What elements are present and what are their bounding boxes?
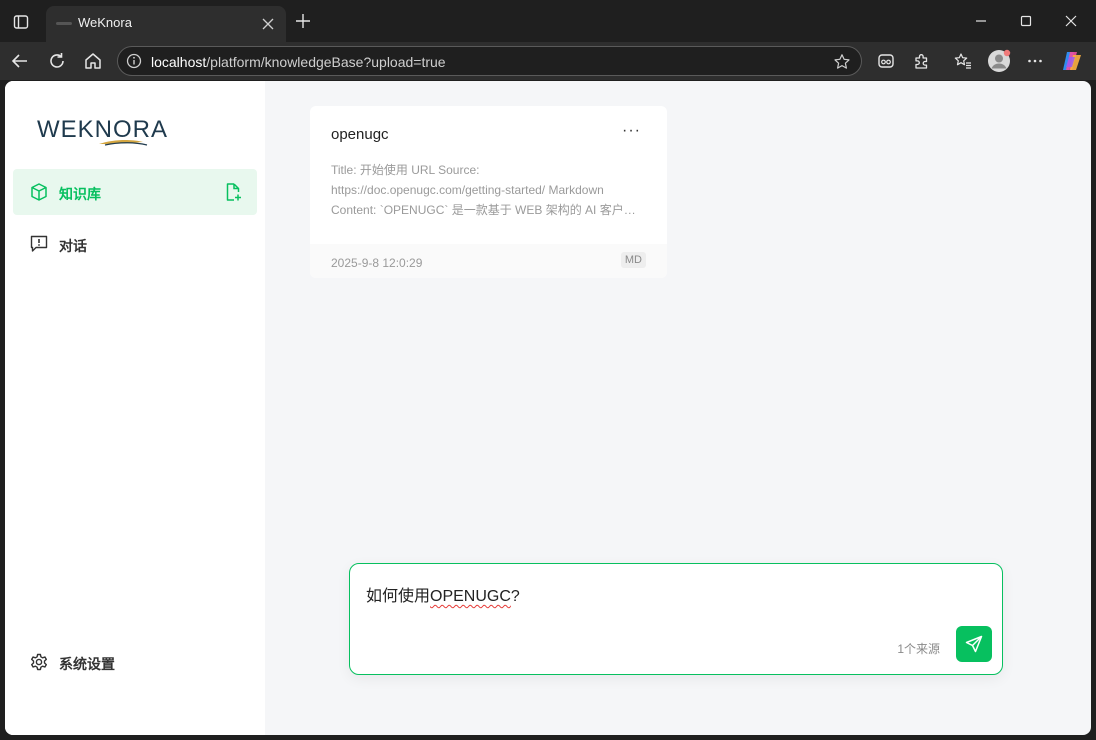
input-text-suffix: ? bbox=[510, 588, 520, 605]
chat-input-text[interactable]: 如何使用OPENUGC? bbox=[366, 582, 520, 606]
close-tab-icon[interactable] bbox=[258, 14, 278, 34]
tab-actions-icon[interactable] bbox=[6, 7, 36, 37]
chat-input-box[interactable]: 如何使用OPENUGC? 1个来源 bbox=[349, 563, 1003, 675]
weknora-logo: WEKNORA bbox=[35, 109, 175, 149]
knowledge-card-description: Title: 开始使用 URL Source: https://doc.open… bbox=[331, 160, 641, 220]
settings-label: 系统设置 bbox=[59, 656, 115, 672]
browser-toolbar: localhost/platform/knowledgeBase?upload=… bbox=[0, 42, 1096, 80]
upload-file-icon[interactable] bbox=[223, 182, 243, 202]
sidebar-item-knowledge-base[interactable]: 知识库 bbox=[13, 169, 257, 215]
description-line: Content: `OPENUGC` 是一款基于 WEB 架构的 AI 客户… bbox=[331, 203, 636, 217]
browser-tab[interactable]: WeKnora bbox=[46, 6, 286, 42]
settings-button[interactable]: 系统设置 bbox=[13, 639, 257, 685]
knowledge-card-timestamp: 2025-9-8 12:0:29 bbox=[331, 256, 423, 270]
favorites-icon[interactable] bbox=[949, 47, 977, 75]
input-text-prefix: 如何使用 bbox=[366, 588, 431, 605]
input-text-flagged: OPENUGC bbox=[430, 588, 511, 605]
tab-title: WeKnora bbox=[78, 15, 132, 30]
extensions-icon[interactable] bbox=[908, 47, 936, 75]
sidebar-item-label: 知识库 bbox=[59, 186, 101, 202]
refresh-icon[interactable] bbox=[43, 47, 71, 75]
send-icon bbox=[965, 635, 983, 653]
close-window-icon[interactable] bbox=[1049, 6, 1093, 36]
home-icon[interactable] bbox=[79, 47, 107, 75]
logo-text: WEKNORA bbox=[37, 116, 168, 143]
sidebar-item-label: 对话 bbox=[59, 238, 87, 254]
more-options-icon[interactable]: ··· bbox=[622, 123, 641, 139]
description-line: https://doc.openugc.com/getting-started/… bbox=[331, 183, 604, 197]
file-type-badge: MD bbox=[620, 252, 646, 268]
more-menu-icon[interactable] bbox=[1021, 47, 1049, 75]
reader-mode-icon[interactable] bbox=[872, 47, 900, 75]
url-text: localhost/platform/knowledgeBase?upload=… bbox=[151, 54, 446, 70]
minimize-icon[interactable] bbox=[959, 6, 1003, 36]
sidebar: WEKNORA 知识库 对话 系统设置 bbox=[5, 81, 265, 735]
tab-favicon-icon bbox=[56, 22, 72, 25]
gear-icon bbox=[29, 652, 49, 672]
source-count: 1个来源 bbox=[897, 642, 940, 656]
site-info-icon[interactable] bbox=[126, 53, 142, 69]
profile-avatar-icon[interactable] bbox=[985, 47, 1013, 75]
new-tab-icon[interactable] bbox=[290, 8, 316, 34]
back-icon[interactable] bbox=[6, 47, 34, 75]
knowledge-card-title: openugc bbox=[331, 126, 389, 143]
browser-titlebar: WeKnora bbox=[0, 0, 1096, 42]
sidebar-item-chat[interactable]: 对话 bbox=[13, 221, 257, 267]
copilot-icon[interactable] bbox=[1058, 47, 1086, 75]
chat-icon bbox=[29, 234, 49, 254]
knowledge-base-icon bbox=[29, 182, 49, 202]
url-path: /platform/knowledgeBase?upload=true bbox=[206, 54, 446, 70]
favorite-star-icon[interactable] bbox=[832, 52, 852, 72]
url-host: localhost bbox=[151, 54, 207, 70]
knowledge-card-footer: 2025-9-8 12:0:29 MD bbox=[310, 244, 667, 278]
knowledge-card[interactable]: openugc ··· Title: 开始使用 URL Source: http… bbox=[310, 106, 667, 278]
maximize-icon[interactable] bbox=[1004, 6, 1048, 36]
send-button[interactable] bbox=[956, 626, 992, 662]
description-line: Title: 开始使用 URL Source: bbox=[331, 163, 480, 177]
address-bar[interactable]: localhost/platform/knowledgeBase?upload=… bbox=[117, 46, 862, 76]
page-viewport: WEKNORA 知识库 对话 系统设置 openugc ··· Title: 开… bbox=[5, 81, 1091, 735]
